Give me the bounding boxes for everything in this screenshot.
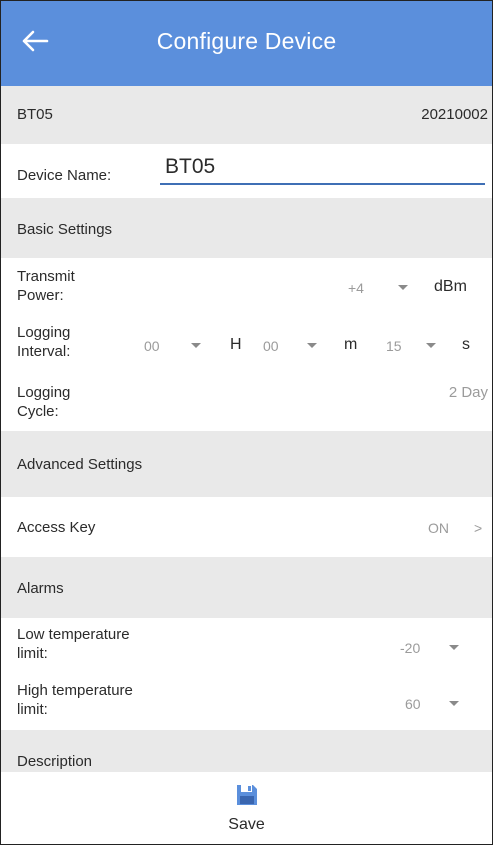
save-label: Save: [228, 816, 265, 833]
interval-hours-unit: H: [230, 336, 242, 353]
transmit-power-unit: dBm: [434, 278, 467, 295]
logging-cycle-row: Logging Cycle: 2 Day: [1, 374, 492, 431]
high-temp-label-line1: High temperature: [17, 682, 133, 699]
advanced-settings-label: Advanced Settings: [17, 456, 143, 473]
logging-cycle-label-line1: Logging: [17, 384, 71, 401]
transmit-power-dropdown-icon[interactable]: [398, 285, 408, 290]
logging-interval-label-line2: Interval:: [17, 343, 71, 360]
floppy-disk-icon: [237, 785, 257, 805]
device-summary-row: BT05 20210002: [1, 86, 492, 144]
device-name-row: Device Name: BT05: [1, 144, 492, 198]
app-bar: Configure Device: [1, 1, 492, 86]
transmit-power-row: Transmit Power: +4 dBm: [1, 258, 492, 316]
logging-interval-row: Logging Interval: 00 H 00 m 15 s: [1, 316, 492, 374]
low-temp-label-line1: Low temperature: [17, 626, 130, 643]
logging-cycle-label-line2: Cycle:: [17, 403, 59, 420]
logging-interval-label-line1: Logging: [17, 324, 71, 341]
low-temp-dropdown-icon[interactable]: [449, 645, 459, 650]
transmit-power-label-line2: Power:: [17, 287, 64, 304]
high-temp-row: High temperature limit: 60: [1, 674, 492, 730]
access-key-status: ON: [428, 520, 449, 536]
chevron-right-icon: >: [474, 520, 483, 536]
basic-settings-label: Basic Settings: [17, 221, 113, 238]
advanced-settings-header: Advanced Settings: [1, 431, 492, 497]
interval-minutes-dropdown-icon[interactable]: [307, 343, 317, 348]
high-temp-dropdown-icon[interactable]: [449, 701, 459, 706]
interval-minutes-unit: m: [344, 336, 358, 353]
device-code: BT05: [17, 106, 53, 123]
high-temp-label-line2: limit:: [17, 701, 48, 718]
description-label: Description: [17, 753, 93, 770]
device-name-underline: [160, 183, 485, 185]
interval-seconds-value[interactable]: 15: [386, 336, 402, 356]
low-temp-row: Low temperature limit: -20: [1, 618, 492, 674]
interval-seconds-dropdown-icon[interactable]: [426, 343, 436, 348]
save-button[interactable]: Save: [1, 772, 492, 844]
device-name-input[interactable]: BT05: [165, 154, 215, 180]
description-header: Description: [1, 730, 492, 772]
interval-seconds-unit: s: [462, 336, 470, 353]
device-serial: 20210002: [421, 106, 488, 123]
access-key-label: Access Key: [17, 519, 96, 536]
low-temp-value[interactable]: -20: [400, 638, 420, 658]
access-key-row[interactable]: Access Key ON >: [1, 497, 492, 557]
low-temp-label-line2: limit:: [17, 645, 48, 662]
logging-cycle-value: 2 Day: [448, 384, 488, 401]
alarms-label: Alarms: [17, 580, 64, 597]
transmit-power-label-line1: Transmit: [17, 268, 75, 285]
interval-minutes-value[interactable]: 00: [263, 336, 279, 356]
interval-hours-dropdown-icon[interactable]: [191, 343, 201, 348]
basic-settings-header: Basic Settings: [1, 198, 492, 258]
transmit-power-value[interactable]: +4: [348, 278, 364, 298]
high-temp-value[interactable]: 60: [405, 694, 421, 714]
device-name-label: Device Name:: [17, 167, 112, 184]
alarms-header: Alarms: [1, 557, 492, 618]
page-title: Configure Device: [156, 28, 337, 54]
interval-hours-value[interactable]: 00: [144, 336, 160, 356]
